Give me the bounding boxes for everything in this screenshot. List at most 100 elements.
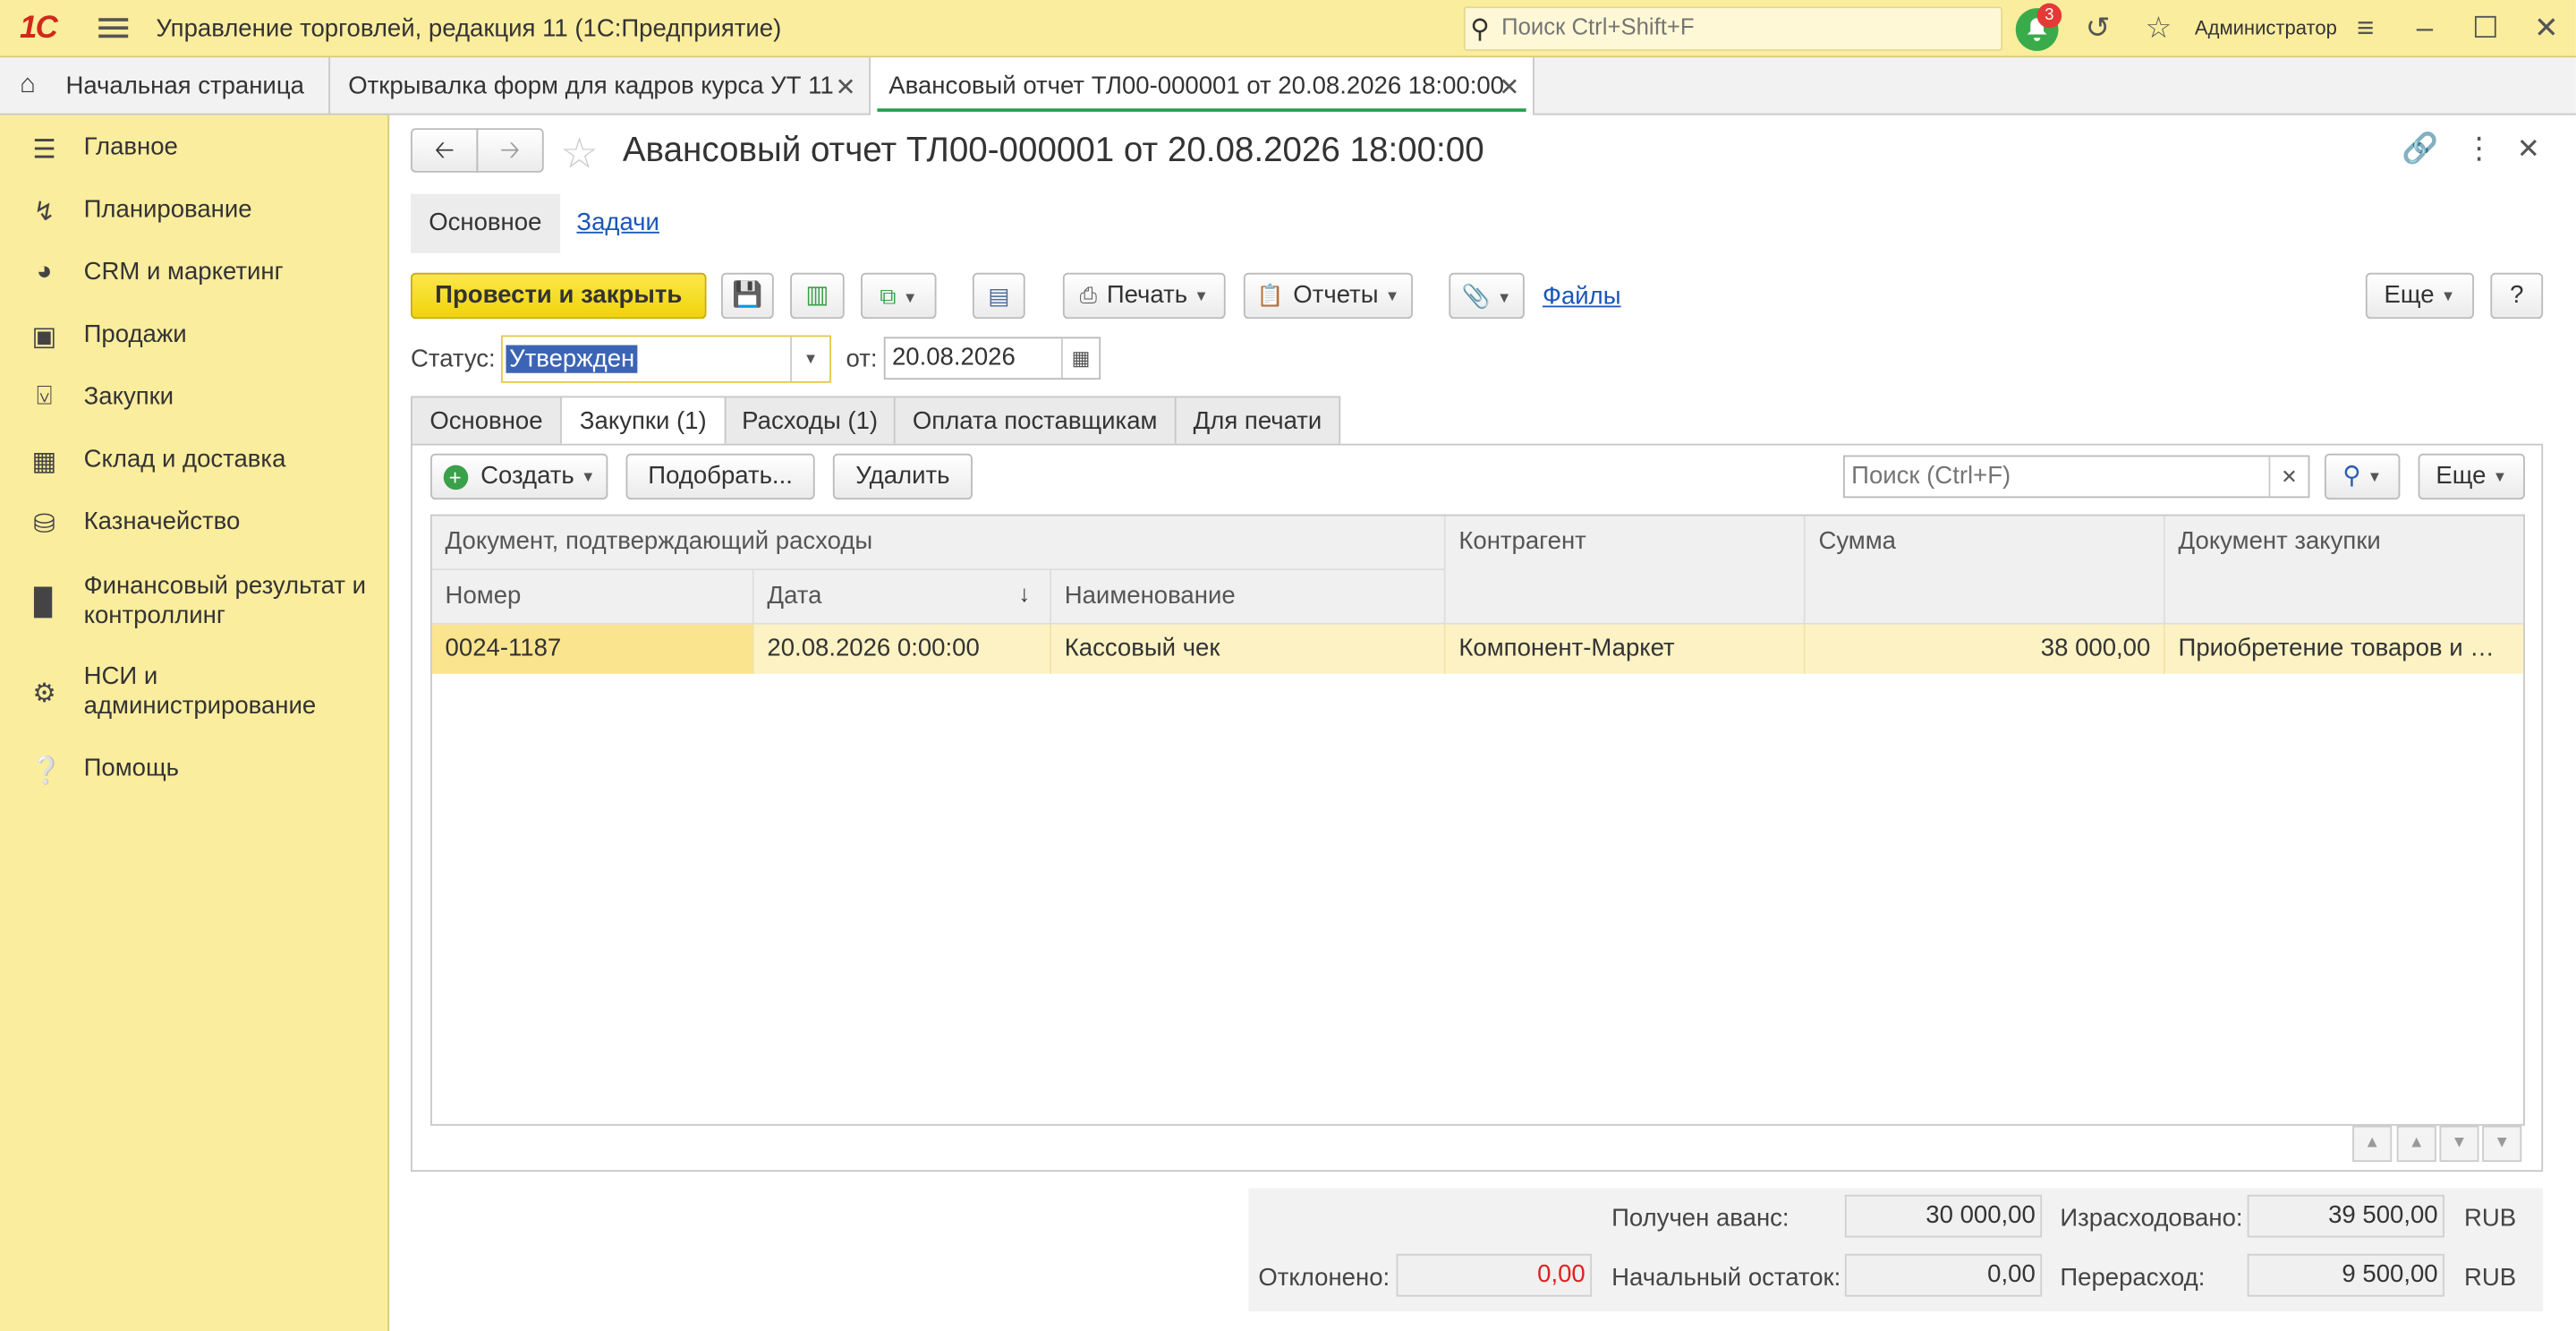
favorite-star-icon[interactable]: ☆	[560, 128, 599, 179]
reports-button[interactable]: 📋 Отчеты ▼	[1243, 272, 1413, 320]
tab-main[interactable]: Основное	[411, 396, 562, 446]
scroll-up-icon[interactable]: ▲	[2396, 1125, 2436, 1163]
delete-button[interactable]: Удалить	[832, 453, 973, 500]
files-link[interactable]: Файлы	[1543, 283, 1621, 311]
shopping-bag-icon: ▣	[31, 323, 57, 352]
currency-label-2: RUB	[2464, 1263, 2517, 1293]
scroll-last-icon[interactable]: ▼	[2482, 1125, 2522, 1163]
date-value: 20.08.2026	[891, 343, 1016, 371]
subtab-tasks[interactable]: Задачи	[558, 194, 677, 253]
table-more-button[interactable]: Еще ▼	[2418, 453, 2525, 500]
close-tab-icon[interactable]: ✕	[835, 73, 855, 102]
post-and-close-button[interactable]: Провести и закрыть	[411, 272, 707, 320]
settings-menu-icon[interactable]: ≡	[2349, 12, 2382, 45]
link-icon[interactable]: 🔗	[2402, 132, 2438, 166]
app-window: 1С Управление торговлей, редакция 11 (1С…	[0, 0, 2576, 1331]
global-search-input[interactable]	[1501, 13, 1978, 40]
help-button[interactable]: ?	[2490, 272, 2544, 320]
bar-chart-icon: ▉	[34, 590, 55, 619]
app-logo: 1С	[20, 11, 58, 47]
spent-label: Израсходовано:	[2060, 1204, 2243, 1233]
scroll-first-icon[interactable]: ▲	[2352, 1125, 2393, 1163]
tab-label: Начальная страница	[65, 72, 304, 100]
pick-button[interactable]: Подобрать...	[625, 453, 815, 500]
chevron-down-icon: ▼	[1497, 289, 1512, 306]
warehouse-icon: ▦	[31, 448, 57, 477]
date-field[interactable]: 20.08.2026 ▦	[883, 337, 1101, 380]
column-header-number[interactable]: Номер	[431, 570, 754, 625]
cell-number[interactable]: 0024-1187	[431, 624, 754, 674]
chevron-down-icon: ▼	[2492, 468, 2508, 485]
overspend-value: 9 500,00	[2247, 1253, 2444, 1297]
user-name[interactable]: Администратор	[2195, 16, 2337, 39]
column-header-counterparty[interactable]: Контрагент	[1445, 516, 1806, 625]
scroll-down-icon[interactable]: ▼	[2439, 1125, 2479, 1163]
plus-circle-icon: +	[442, 464, 468, 490]
tab-supplier-payments[interactable]: Оплата поставщикам	[893, 396, 1177, 446]
cell-date[interactable]: 20.08.2026 0:00:00	[753, 624, 1052, 674]
structure-button[interactable]: ▤	[972, 272, 1025, 320]
column-header-date[interactable]: Дата ↓	[753, 570, 1052, 625]
close-window-icon[interactable]: ✕	[2529, 12, 2563, 45]
more-button[interactable]: Еще ▼	[2365, 272, 2475, 320]
status-value: Утвержден	[506, 345, 638, 373]
maximize-icon[interactable]: ☐	[2470, 12, 2503, 45]
opening-balance-value: 0,00	[1844, 1253, 2043, 1297]
pie-chart-icon: ◕	[36, 258, 53, 286]
status-select[interactable]: Утвержден ▼	[500, 335, 832, 383]
tab-label: Открывалка форм для кадров курса УТ 11	[348, 72, 834, 100]
close-form-icon[interactable]: ✕	[2517, 133, 2540, 166]
sidebar: ☰ Главное ↯ Планирование ◕ CRM и маркетинг …	[0, 115, 390, 1331]
table-search-input[interactable]	[1851, 458, 2263, 495]
search-icon: ⚲	[1470, 16, 1490, 45]
back-button[interactable]: 🡠	[411, 128, 479, 173]
post-button[interactable]: ▥	[790, 272, 845, 320]
calendar-icon[interactable]: ▦	[1061, 338, 1099, 379]
cell-sum[interactable]: 38 000,00	[1805, 624, 2165, 674]
tab-advance-report[interactable]: Авансовый отчет ТЛ00-000001 от 20.08.202…	[871, 57, 1535, 115]
spent-value: 39 500,00	[2247, 1194, 2444, 1238]
cell-counterparty[interactable]: Компонент-Маркет	[1445, 624, 1806, 674]
attachments-button[interactable]: 📎 ▼	[1449, 272, 1525, 320]
chevron-down-icon: ▼	[2440, 287, 2456, 304]
more-actions-icon[interactable]: ⋮	[2464, 132, 2494, 166]
tab-purchases[interactable]: Закупки (1)	[560, 396, 727, 446]
subtab-main[interactable]: Основное	[411, 193, 560, 253]
printer-icon: ⎙	[1079, 282, 1097, 308]
column-header-sum[interactable]: Сумма	[1805, 516, 2165, 625]
app-title: Управление торговлей, редакция 11 (1С:Пр…	[156, 14, 782, 43]
cell-name[interactable]: Кассовый чек	[1051, 624, 1446, 674]
favorites-star-icon[interactable]: ☆	[2142, 12, 2175, 45]
main-menu-icon[interactable]	[98, 13, 129, 43]
cell-purchase-doc[interactable]: Приобретение товаров и услуг ТЛ00-000001…	[2164, 624, 2524, 674]
create-based-on-button[interactable]: ⧉ ▼	[861, 272, 937, 320]
tab-form-opener[interactable]: Открывалка форм для кадров курса УТ 11 ✕	[330, 57, 871, 115]
tab-home[interactable]: ⌂ Начальная страница	[0, 57, 331, 115]
tab-expenses[interactable]: Расходы (1)	[724, 396, 896, 446]
reports-icon: 📋	[1256, 282, 1284, 308]
column-header-purchase-doc[interactable]: Документ закупки	[2164, 516, 2524, 625]
page-title: Авансовый отчет ТЛ00-000001 от 20.08.202…	[622, 131, 1484, 170]
opening-balance-label: Начальный остаток:	[1611, 1263, 1841, 1293]
minimize-icon[interactable]: –	[2409, 12, 2442, 45]
date-from-label: от:	[846, 345, 878, 373]
tab-print[interactable]: Для печати	[1174, 396, 1341, 446]
global-search[interactable]: ⚲	[1463, 6, 2003, 51]
menu-lines-icon: ☰	[32, 136, 56, 165]
print-button[interactable]: ⎙ Печать ▼	[1062, 272, 1226, 320]
search-button[interactable]: ⚲ ▼	[2324, 453, 2401, 500]
post-document-icon: ▥	[805, 280, 829, 310]
create-button[interactable]: + Создать ▼	[430, 453, 608, 500]
chevron-down-icon[interactable]: ▼	[790, 337, 829, 381]
history-icon[interactable]: ↺	[2081, 12, 2114, 45]
title-bar: 1С Управление торговлей, редакция 11 (1С…	[0, 0, 2576, 58]
cart-icon: ⍌	[36, 382, 53, 411]
create-based-icon: ⧉	[880, 282, 897, 310]
status-label: Статус:	[411, 345, 496, 373]
table-search[interactable]: ✕	[1842, 455, 2310, 499]
forward-button[interactable]: 🡢	[476, 128, 544, 173]
close-tab-icon[interactable]: ✕	[1499, 73, 1519, 102]
clear-search-icon[interactable]: ✕	[2268, 456, 2308, 497]
column-header-name[interactable]: Наименование	[1051, 570, 1446, 625]
save-button[interactable]: 💾	[721, 272, 774, 320]
